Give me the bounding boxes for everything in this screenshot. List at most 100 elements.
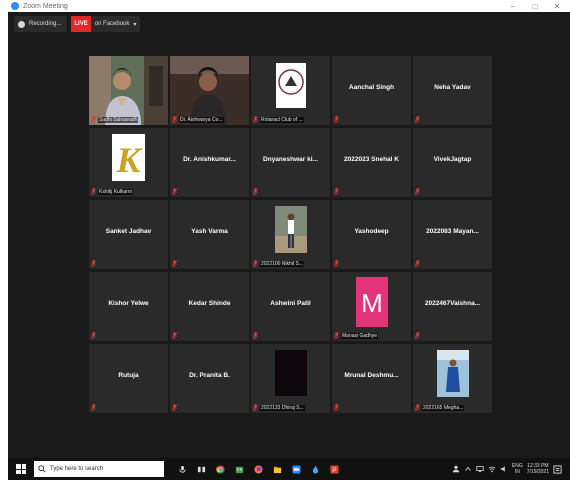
participant-footer <box>253 332 258 339</box>
volume-icon[interactable] <box>500 465 508 473</box>
drop-icon[interactable] <box>311 465 320 474</box>
participant-footer <box>415 332 420 339</box>
participant-tile[interactable]: Neha Yadav <box>413 56 492 125</box>
participant-tile[interactable]: Kedar Shinde <box>170 272 249 341</box>
participant-tile[interactable]: Dr. Anishkumar... <box>170 128 249 197</box>
mic-muted-icon <box>334 404 339 411</box>
participant-label: Dr. Aishwarya Co... <box>179 116 224 123</box>
participant-footer <box>172 188 177 195</box>
participant-footer: Rotaract Club of ... <box>253 116 304 123</box>
mic-muted-icon <box>334 260 339 267</box>
taskbar-search-box[interactable]: Type here to search <box>34 461 164 477</box>
participant-footer <box>334 404 339 411</box>
maximize-button[interactable]: □ <box>530 2 540 11</box>
participant-label: Manasi Gadhye <box>341 332 379 339</box>
participant-tile[interactable]: 2022083 Mayan... <box>413 200 492 269</box>
clock-date: 7/19/2021 <box>526 469 549 475</box>
windows-start-icon[interactable] <box>16 464 26 474</box>
mic-muted-icon <box>91 260 96 267</box>
live-platform-label: on Facebook <box>94 21 130 27</box>
participant-footer <box>172 260 177 267</box>
taskbar-clock[interactable]: 12:33 PM 7/19/2021 <box>527 463 549 475</box>
live-stream-indicator[interactable]: LIVE on Facebook ▾ <box>71 16 141 32</box>
participant-footer <box>334 260 339 267</box>
participant-tile[interactable]: Kishor Yelwe <box>89 272 168 341</box>
chrome-icon[interactable] <box>216 464 225 474</box>
participant-footer <box>91 260 96 267</box>
participant-tile[interactable]: Aanchal Singh <box>332 56 411 125</box>
mic-taskbar-icon[interactable] <box>178 465 187 474</box>
chevron-up-icon[interactable] <box>464 465 472 473</box>
participant-tile[interactable]: Yash Varma <box>170 200 249 269</box>
participant-footer <box>172 404 177 411</box>
participant-tile[interactable]: K Kshitij Kulkarni <box>89 128 168 197</box>
participant-tile[interactable]: Rutuja <box>89 344 168 413</box>
participant-footer: Manasi Gadhye <box>334 332 379 339</box>
mic-muted-icon <box>91 188 96 195</box>
participant-tile[interactable]: Dr. Pranita B. <box>170 344 249 413</box>
participant-name: Sanket Jadhav <box>105 228 152 235</box>
participant-tile[interactable]: VivekJagtap <box>413 128 492 197</box>
close-button[interactable]: ✕ <box>552 2 562 11</box>
store-icon[interactable] <box>235 465 244 474</box>
mic-muted-icon <box>91 404 96 411</box>
participant-tile[interactable]: Rotaract Club of ... <box>251 56 330 125</box>
participant-tile[interactable]: Sudhi Sahasradh <box>89 56 168 125</box>
mic-muted-icon <box>253 404 258 411</box>
participant-tile[interactable]: 2022165 Megha... <box>413 344 492 413</box>
notifications-icon[interactable] <box>553 464 562 474</box>
participant-tile[interactable]: M Manasi Gadhye <box>332 272 411 341</box>
search-icon <box>38 465 46 473</box>
recording-icon <box>18 20 25 28</box>
windows-taskbar: Type here to search P ENG IN 12:33 PM 7/… <box>8 458 570 480</box>
firefox-icon[interactable] <box>254 464 263 474</box>
wifi-icon[interactable] <box>488 465 496 473</box>
recording-indicator[interactable]: Recording... <box>14 16 68 32</box>
participant-tile[interactable]: Ashwini Patil <box>251 272 330 341</box>
participant-footer <box>91 332 96 339</box>
meeting-topbar: Recording... LIVE on Facebook ▾ <box>14 16 141 32</box>
people-icon[interactable] <box>452 465 460 473</box>
mic-muted-icon <box>172 188 177 195</box>
window-controls: – □ ✕ <box>508 2 562 11</box>
powerpoint-icon[interactable]: P <box>330 464 339 474</box>
participant-footer <box>415 260 420 267</box>
window-title: Zoom Meeting <box>23 2 68 10</box>
participant-tile[interactable]: Yashodeep <box>332 200 411 269</box>
participant-tile[interactable]: 2022133 Dhiraj S... <box>251 344 330 413</box>
participant-name: Dr. Anishkumar... <box>183 156 236 163</box>
participant-tile[interactable]: 2022100 Nikhil S... <box>251 200 330 269</box>
mic-muted-icon <box>91 116 96 123</box>
zoom-taskbar-icon[interactable] <box>292 464 301 474</box>
lang-bottom: IN <box>514 469 520 475</box>
mic-muted-icon <box>253 260 258 267</box>
participant-label: Rotaract Club of ... <box>260 116 304 123</box>
mic-muted-icon <box>253 332 258 339</box>
participant-tile[interactable]: 2022023 Snehal K <box>332 128 411 197</box>
live-badge: LIVE <box>71 16 91 32</box>
participant-tile[interactable]: Sanket Jadhav <box>89 200 168 269</box>
input-language[interactable]: ENG IN <box>512 463 523 475</box>
participant-name: Rutuja <box>118 372 139 379</box>
participant-tile[interactable]: Dnyaneshwar ki... <box>251 128 330 197</box>
participant-name: Kedar Shinde <box>188 300 231 307</box>
network-icon[interactable] <box>476 465 484 473</box>
participant-footer <box>172 332 177 339</box>
participant-footer: 2022100 Nikhil S... <box>253 260 304 267</box>
mic-muted-icon <box>172 260 177 267</box>
mic-muted-icon <box>415 404 420 411</box>
mic-muted-icon <box>415 260 420 267</box>
participant-footer <box>334 188 339 195</box>
task-view-icon[interactable] <box>197 465 206 474</box>
participant-tile[interactable]: Mrunal Deshmu... <box>332 344 411 413</box>
participant-tile[interactable]: Dr. Aishwarya Co... <box>170 56 249 125</box>
svg-text:M: M <box>361 288 383 318</box>
meeting-area: Recording... LIVE on Facebook ▾ Sudhi Sa… <box>8 12 570 458</box>
participant-tile[interactable]: 2022467Vaishna... <box>413 272 492 341</box>
explorer-icon[interactable] <box>273 465 282 474</box>
minimize-button[interactable]: – <box>508 2 518 11</box>
taskbar-pinned-apps: P <box>178 464 339 474</box>
participant-footer: Dr. Aishwarya Co... <box>172 116 224 123</box>
svg-text:K: K <box>115 140 143 180</box>
window-titlebar: Zoom Meeting – □ ✕ <box>8 0 570 12</box>
